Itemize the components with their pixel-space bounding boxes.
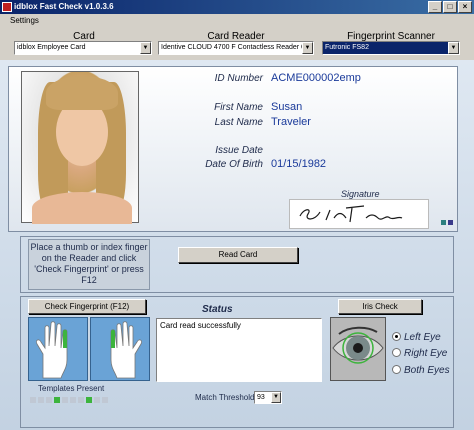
issue-date-label: Issue Date [215, 145, 263, 156]
signature-label: Signature [341, 189, 380, 199]
eye-icon [330, 317, 386, 381]
first-name-value: Susan [271, 101, 303, 113]
templates-label: Templates Present [38, 384, 105, 393]
id-number-value: ACME000002emp [271, 72, 361, 84]
status-label: Status [202, 304, 233, 315]
both-eyes-label: Both Eyes [404, 365, 450, 376]
device-selectors: Card idblox Employee Card ▼ Card Reader … [0, 27, 474, 60]
app-icon [2, 2, 12, 12]
template-indicators [30, 396, 110, 405]
template-slot [86, 397, 92, 403]
last-name-value: Traveler [271, 116, 311, 128]
template-slot [38, 397, 44, 403]
dob-value: 01/15/1982 [271, 158, 327, 170]
first-name-label: First Name [214, 102, 263, 113]
id-card: ID Number ACME000002emp First Name Susan… [8, 66, 458, 232]
minimize-icon[interactable]: _ [428, 1, 442, 13]
dob-label: Date Of Birth [205, 159, 263, 170]
template-slot [54, 397, 60, 403]
template-slot [46, 397, 52, 403]
close-icon[interactable]: × [458, 1, 472, 13]
template-slot [70, 397, 76, 403]
iris-check-button[interactable]: Iris Check [338, 299, 422, 314]
radio-right-eye[interactable]: Right Eye [392, 348, 447, 359]
menu-bar: Settings [0, 14, 474, 27]
chevron-down-icon[interactable]: ▼ [140, 42, 151, 54]
radio-button-icon[interactable] [392, 332, 401, 341]
reader-select[interactable]: Identive CLOUD 4700 F Contactless Reader… [158, 41, 314, 55]
template-slot [94, 397, 100, 403]
signature-image [289, 199, 429, 229]
card-select[interactable]: idblox Employee Card ▼ [14, 41, 152, 55]
id-number-label: ID Number [214, 73, 263, 84]
read-card-button[interactable]: Read Card [178, 247, 298, 263]
threshold-label: Match Threshold [195, 393, 255, 402]
status-text: Card read successfully [160, 321, 241, 330]
threshold-value: 93 [257, 394, 265, 401]
title-bar: idblox Fast Check v1.0.3.6 _ □ × [0, 0, 474, 14]
reader-select-value: Identive CLOUD 4700 F Contactless Reader… [161, 44, 305, 51]
template-slot [78, 397, 84, 403]
left-eye-label: Left Eye [404, 332, 441, 343]
main-area: ID Number ACME000002emp First Name Susan… [0, 60, 474, 430]
check-fingerprint-button[interactable]: Check Fingerprint (F12) [28, 299, 146, 314]
chevron-down-icon[interactable]: ▼ [302, 42, 313, 54]
maximize-icon[interactable]: □ [443, 1, 457, 13]
color-indicator [439, 218, 453, 227]
scanner-select[interactable]: Futronic FS82 ▼ [322, 41, 460, 55]
template-slot [30, 397, 36, 403]
template-slot [62, 397, 68, 403]
radio-button-icon[interactable] [392, 365, 401, 374]
scanner-select-value: Futronic FS82 [325, 44, 369, 51]
left-hand-icon [28, 317, 88, 381]
chevron-down-icon[interactable]: ▼ [448, 42, 459, 54]
radio-button-icon[interactable] [392, 348, 401, 357]
card-select-value: idblox Employee Card [17, 44, 86, 51]
id-photo [21, 71, 139, 224]
instructions-text: Place a thumb or index finger on the Rea… [28, 239, 150, 290]
template-slot [102, 397, 108, 403]
right-hand-icon [90, 317, 150, 381]
menu-settings[interactable]: Settings [10, 16, 39, 25]
status-log[interactable]: Card read successfully [156, 318, 322, 382]
radio-both-eyes[interactable]: Both Eyes [392, 365, 450, 376]
chevron-down-icon[interactable]: ▼ [271, 392, 281, 403]
last-name-label: Last Name [214, 117, 263, 128]
window-title: idblox Fast Check v1.0.3.6 [14, 2, 114, 11]
threshold-select[interactable]: 93 ▼ [254, 391, 282, 404]
right-eye-label: Right Eye [404, 348, 448, 359]
radio-left-eye[interactable]: Left Eye [392, 332, 441, 343]
